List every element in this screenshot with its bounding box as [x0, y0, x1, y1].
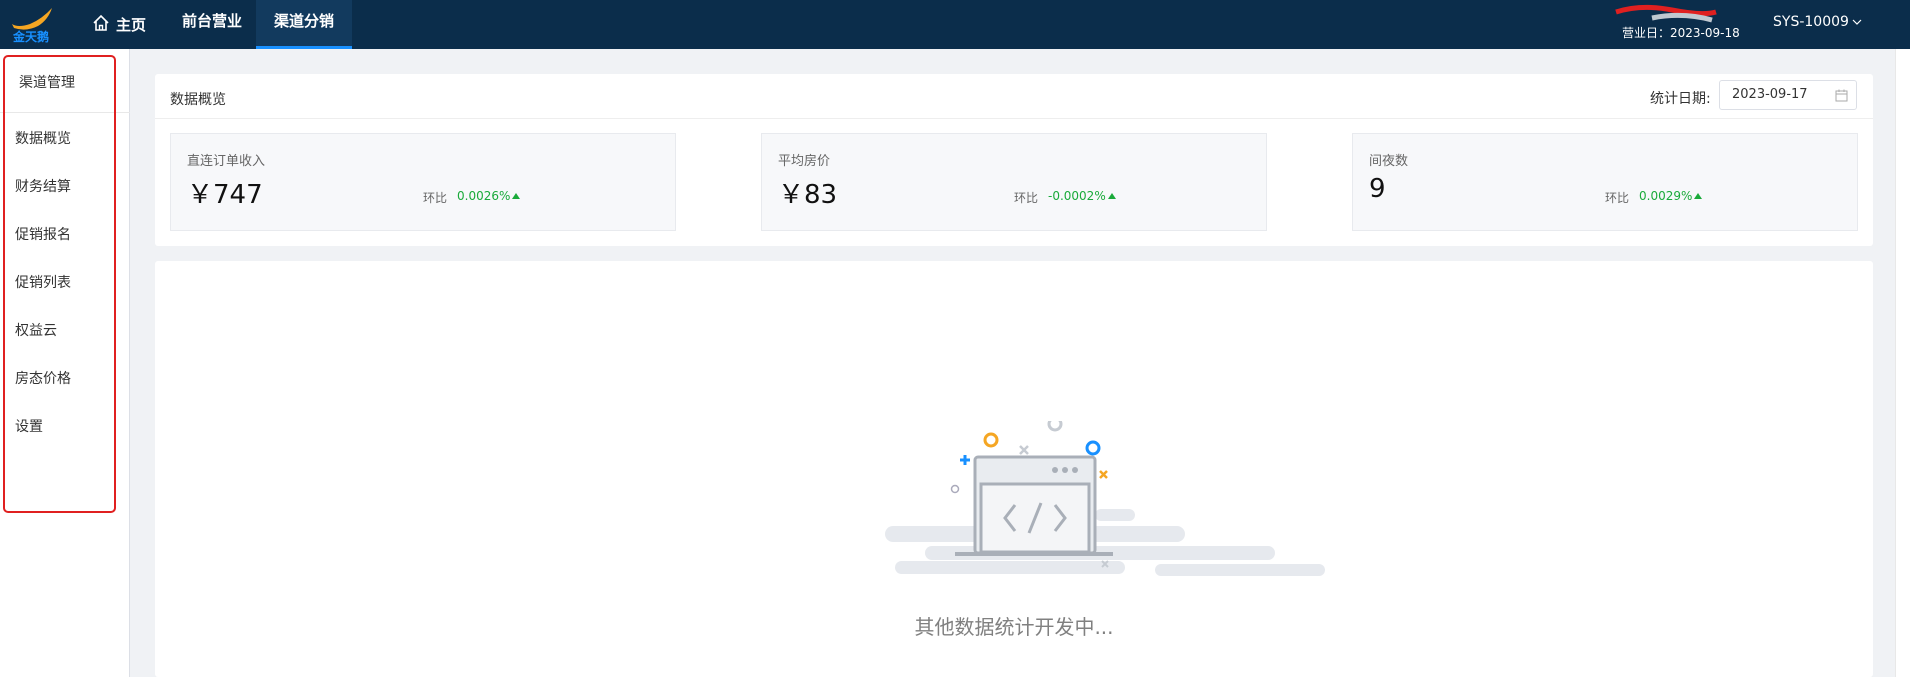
- stat-ratio-label: 环比: [1605, 191, 1630, 205]
- user-name: SYS-10009: [1773, 14, 1849, 30]
- chevron-down-icon: [1852, 19, 1862, 25]
- swan-logo-icon: 金天鹅: [12, 8, 52, 44]
- empty-state-text: 其他数据统计开发中...: [914, 615, 1114, 639]
- blue-ring-icon: [1085, 440, 1101, 456]
- business-day-value: 2023-09-18: [1670, 26, 1740, 40]
- stat-card-direct-revenue: 直连订单收入 ￥747 环比 0.0026%: [170, 133, 676, 231]
- ring-decoration-icon: [1047, 421, 1063, 432]
- small-ring-icon: [950, 484, 960, 494]
- orange-ring-icon: [983, 432, 999, 448]
- stat-date-label: 统计日期:: [1650, 91, 1711, 107]
- nav-home-label: 主页: [116, 16, 147, 34]
- stat-label: 直连订单收入: [187, 154, 266, 169]
- x-mark-icon: [1019, 445, 1029, 455]
- stat-value: ￥83: [778, 180, 838, 210]
- stat-ratio-value: 0.0029%: [1639, 189, 1693, 203]
- calendar-icon: [1835, 89, 1848, 102]
- stat-ratio-label: 环比: [423, 191, 448, 205]
- triangle-up-icon: [1107, 193, 1116, 199]
- card-title: 数据概览: [170, 92, 226, 108]
- code-window-icon: [955, 455, 1113, 556]
- stat-value: ￥747: [187, 180, 263, 210]
- scrollbar-track[interactable]: [1895, 49, 1910, 677]
- nav-channel-distribution[interactable]: 渠道分销: [256, 0, 353, 49]
- cloud-shapes: [885, 509, 1325, 576]
- business-day-label: 营业日：: [1622, 26, 1671, 40]
- stat-label: 间夜数: [1369, 154, 1409, 169]
- user-menu[interactable]: SYS-10009: [1773, 14, 1862, 30]
- business-day: 营业日：2023-09-18: [1622, 24, 1740, 41]
- plus-icon: [960, 455, 970, 465]
- card-divider: [155, 118, 1873, 119]
- data-overview-card: 数据概览 统计日期: 2023-09-17 直连订单收入 ￥747 环比 0.0…: [155, 74, 1873, 246]
- stat-ratio: 0.0026%: [457, 189, 521, 203]
- stat-ratio-value: -0.0002%: [1048, 189, 1106, 203]
- stat-date-value: 2023-09-17: [1732, 87, 1808, 102]
- stat-label: 平均房价: [778, 154, 831, 169]
- brand-logo[interactable]: 金天鹅: [8, 4, 58, 44]
- stat-card-avg-room-rate: 平均房价 ￥83 环比 -0.0002%: [761, 133, 1267, 231]
- stat-ratio: 0.0029%: [1639, 189, 1703, 203]
- nav-home[interactable]: 主页: [74, 0, 164, 49]
- stat-ratio-value: 0.0026%: [457, 189, 511, 203]
- stat-value: 9: [1369, 174, 1386, 204]
- empty-state-card: 其他数据统计开发中...: [155, 261, 1873, 677]
- stat-date-picker[interactable]: 2023-09-17: [1719, 80, 1857, 110]
- home-icon: [93, 14, 109, 31]
- stat-ratio-label: 环比: [1014, 191, 1039, 205]
- under-construction-illustration: [885, 421, 1325, 576]
- triangle-up-icon: [1694, 193, 1703, 199]
- stat-card-room-nights: 间夜数 9 环比 0.0029%: [1352, 133, 1858, 231]
- sidebar-highlight-outline: [3, 55, 116, 513]
- stat-ratio: -0.0002%: [1048, 189, 1116, 203]
- orange-x-icon: [1099, 470, 1108, 479]
- triangle-up-icon: [512, 193, 521, 199]
- top-navbar: 金天鹅 主页 前台营业 渠道分销 营业日：2023-09-18 SYS-1000…: [0, 0, 1910, 49]
- logo-text: 金天鹅: [12, 29, 49, 44]
- nav-front-desk[interactable]: 前台营业: [164, 0, 260, 49]
